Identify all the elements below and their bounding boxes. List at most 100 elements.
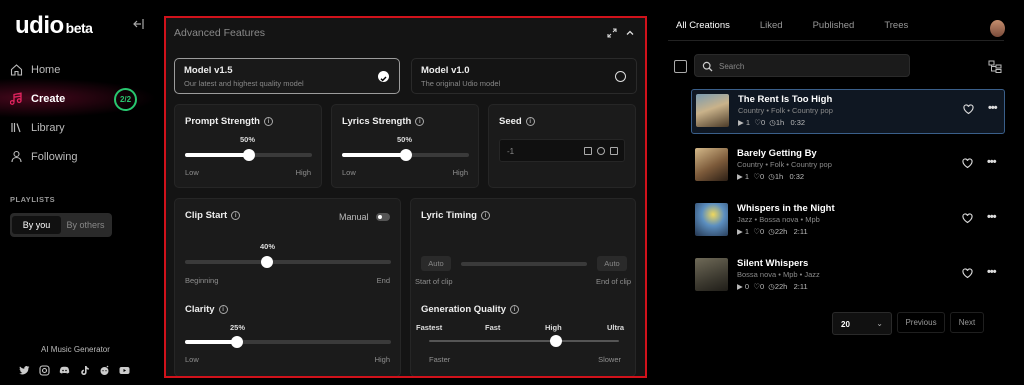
clarity-max: High xyxy=(374,355,390,364)
create-count-badge: 2/2 xyxy=(114,88,137,111)
clip-start-slider[interactable] xyxy=(185,256,391,268)
quality-tick-fast: Fast xyxy=(485,323,501,332)
tab-all-creations[interactable]: All Creations xyxy=(676,20,730,41)
nav-library[interactable]: Library xyxy=(10,121,65,134)
info-icon[interactable]: i xyxy=(510,305,519,314)
twitter-icon[interactable] xyxy=(19,365,30,376)
song-row[interactable]: The Rent Is Too High Country • Folk • Cou… xyxy=(691,89,1005,134)
copy-icon[interactable] xyxy=(584,147,592,155)
like-count: 0 xyxy=(759,282,765,291)
playlists-heading: PLAYLISTS xyxy=(10,195,56,204)
quality-tick-high: High xyxy=(545,323,562,332)
library-icon xyxy=(11,123,21,133)
page-size-select[interactable]: 20 ⌄ xyxy=(832,312,892,335)
discord-icon[interactable] xyxy=(59,365,70,376)
playlist-tab-by-others[interactable]: By others xyxy=(61,216,110,234)
panel-controls xyxy=(607,28,635,41)
tab-published[interactable]: Published xyxy=(813,20,855,41)
play-count: 0 xyxy=(744,282,750,291)
song-title[interactable]: Whispers in the Night xyxy=(737,203,835,214)
song-title[interactable]: The Rent Is Too High xyxy=(738,94,832,105)
song-tags: Bossa nova • Mpb • Jazz xyxy=(737,270,820,279)
generation-quality-card: Generation Quality i Fastest Fast High Ul… xyxy=(410,293,636,376)
seed-input[interactable]: -1 xyxy=(499,139,625,162)
song-age: 22h xyxy=(774,227,788,236)
search-input[interactable] xyxy=(719,59,899,73)
more-options-icon[interactable]: ••• xyxy=(987,211,997,223)
tab-trees[interactable]: Trees xyxy=(884,20,908,41)
lyric-timing-start-auto[interactable]: Auto xyxy=(421,256,451,271)
play-icon: ▶ xyxy=(737,227,743,236)
song-row[interactable]: Barely Getting By Country • Folk • Countr… xyxy=(691,144,1005,189)
instagram-icon[interactable] xyxy=(39,365,50,376)
udio-logo[interactable]: udio beta xyxy=(15,12,93,40)
lyric-timing-min: Start of clip xyxy=(415,277,453,286)
song-duration: 0:32 xyxy=(790,118,806,127)
refresh-icon[interactable] xyxy=(597,147,605,155)
chevron-up-icon[interactable] xyxy=(625,28,635,41)
manual-toggle[interactable] xyxy=(376,213,390,221)
prompt-strength-value: 50% xyxy=(240,135,256,144)
paste-icon[interactable] xyxy=(610,147,618,155)
tab-liked[interactable]: Liked xyxy=(760,20,783,41)
nav-create-label: Create xyxy=(31,92,66,105)
song-cover[interactable] xyxy=(695,148,728,181)
info-icon[interactable]: i xyxy=(480,211,490,220)
song-stats: ▶ 1 ♡0 ◷1h 0:32 xyxy=(738,118,805,127)
lyric-timing-end-auto[interactable]: Auto xyxy=(597,256,627,271)
collapse-sidebar-icon[interactable] xyxy=(133,18,145,30)
lyrics-strength-value: 50% xyxy=(397,135,413,144)
next-button[interactable]: Next xyxy=(950,312,984,333)
beta-badge: beta xyxy=(65,20,93,36)
prompt-strength-slider[interactable] xyxy=(185,149,312,161)
song-row[interactable]: Whispers in the Night Jazz • Bossa nova •… xyxy=(691,199,1005,244)
nav-following[interactable]: Following xyxy=(10,150,77,163)
more-options-icon[interactable]: ••• xyxy=(987,266,997,278)
reddit-icon[interactable] xyxy=(99,365,110,376)
clip-start-max: End xyxy=(376,276,390,285)
avatar[interactable] xyxy=(990,20,1005,37)
song-cover[interactable] xyxy=(695,203,728,236)
model-v15-card[interactable]: Model v1.5 Our latest and highest qualit… xyxy=(174,58,400,94)
info-icon[interactable]: i xyxy=(415,117,425,126)
generation-quality-slider[interactable] xyxy=(429,335,619,347)
select-all-checkbox[interactable] xyxy=(674,60,687,73)
lyrics-strength-slider[interactable] xyxy=(342,149,469,161)
play-icon: ▶ xyxy=(737,282,743,291)
play-count: 1 xyxy=(744,172,750,181)
song-row[interactable]: Silent Whispers Bossa nova • Mpb • Jazz ▶ … xyxy=(691,254,1005,299)
playlist-tab-by-you[interactable]: By you xyxy=(12,216,61,234)
song-cover[interactable] xyxy=(696,94,729,127)
like-heart-icon[interactable] xyxy=(962,268,973,279)
more-options-icon[interactable]: ••• xyxy=(988,102,998,114)
nav-create[interactable]: Create xyxy=(10,92,65,105)
like-heart-icon[interactable] xyxy=(962,158,973,169)
model-v10-card[interactable]: Model v1.0 The original Udio model xyxy=(411,58,637,94)
info-icon[interactable]: i xyxy=(218,305,228,314)
previous-button[interactable]: Previous xyxy=(897,312,945,333)
song-title[interactable]: Barely Getting By xyxy=(737,148,817,159)
like-heart-icon[interactable] xyxy=(963,104,974,115)
heart-outline-icon: ♡ xyxy=(753,227,760,236)
clarity-slider[interactable] xyxy=(185,336,391,348)
more-options-icon[interactable]: ••• xyxy=(987,156,997,168)
tiktok-icon[interactable] xyxy=(79,365,90,376)
song-title[interactable]: Silent Whispers xyxy=(737,258,808,269)
clip-start-value: 40% xyxy=(260,242,276,251)
youtube-icon[interactable] xyxy=(119,365,130,376)
song-age: 22h xyxy=(774,282,788,291)
song-stats: ▶ 1 ♡0 ◷1h 0:32 xyxy=(737,172,804,181)
like-heart-icon[interactable] xyxy=(962,213,973,224)
expand-icon[interactable] xyxy=(607,28,617,41)
heart-outline-icon: ♡ xyxy=(753,172,760,181)
prompt-strength-label: Prompt Strength i xyxy=(185,116,273,127)
tree-view-icon[interactable] xyxy=(988,60,1002,73)
search-field[interactable] xyxy=(694,54,910,77)
info-icon[interactable]: i xyxy=(263,117,273,126)
lyric-timing-range[interactable] xyxy=(461,262,587,266)
info-icon[interactable]: i xyxy=(231,211,241,220)
nav-home[interactable]: Home xyxy=(10,63,60,76)
song-cover[interactable] xyxy=(695,258,728,291)
lyrics-strength-max: High xyxy=(452,168,468,177)
info-icon[interactable]: i xyxy=(525,117,535,126)
